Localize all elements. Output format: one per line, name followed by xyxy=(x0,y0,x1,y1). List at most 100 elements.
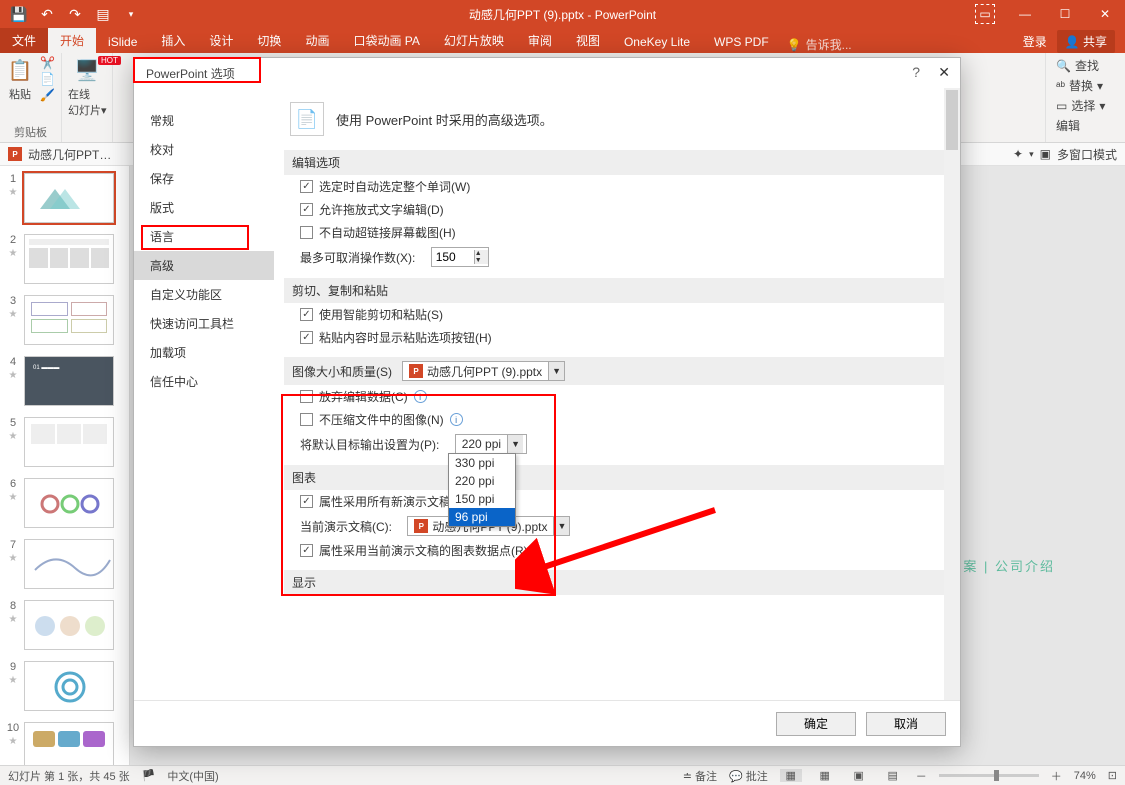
formatpainter-icon[interactable]: 🖌️ xyxy=(40,88,55,102)
tellme-search[interactable]: 💡告诉我... xyxy=(787,36,852,53)
normal-view-icon[interactable]: ▦ xyxy=(780,769,802,782)
thumb-3[interactable] xyxy=(24,295,114,345)
side-cust-ribbon[interactable]: 自定义功能区 xyxy=(134,280,274,309)
sorter-view-icon[interactable]: ▦ xyxy=(814,769,836,782)
info-icon[interactable]: i xyxy=(414,390,427,403)
star-icon: ★ xyxy=(9,187,18,198)
tab-review[interactable]: 审阅 xyxy=(516,28,564,53)
side-lang[interactable]: 语言 xyxy=(134,222,274,251)
dialog-close-icon[interactable]: ✕ xyxy=(938,64,950,81)
comments-button[interactable]: 💬 批注 xyxy=(729,768,768,784)
tab-view[interactable]: 视图 xyxy=(564,28,612,53)
save-icon[interactable]: 💾 xyxy=(10,5,28,23)
close-icon[interactable]: ✕ xyxy=(1085,0,1125,28)
slideshow-view-icon[interactable]: ▤ xyxy=(882,769,904,782)
image-target-file-combo[interactable]: P动感几何PPT (9).pptx ▼ xyxy=(402,361,565,381)
dialog-scrollbar[interactable] xyxy=(944,88,960,700)
cb-dragdrop-edit[interactable] xyxy=(300,203,313,216)
tab-file[interactable]: 文件 xyxy=(0,28,48,53)
tab-slideshow[interactable]: 幻灯片放映 xyxy=(432,28,516,53)
help-icon[interactable]: ? xyxy=(912,64,920,80)
dialog-footer: 确定 取消 xyxy=(134,700,960,746)
replace-button[interactable]: ᵃᵇ替换 ▾ xyxy=(1056,77,1115,94)
login-link[interactable]: 登录 xyxy=(1023,33,1047,50)
multi-window-button[interactable]: 多窗口模式 xyxy=(1057,146,1117,163)
tab-onekey[interactable]: OneKey Lite xyxy=(612,31,702,53)
cut-icon[interactable]: ✂️ xyxy=(40,56,55,70)
tab-transition[interactable]: 切换 xyxy=(245,28,293,53)
tab-wpspdf[interactable]: WPS PDF xyxy=(702,31,781,53)
info-icon[interactable]: i xyxy=(450,413,463,426)
thumb-5[interactable] xyxy=(24,417,114,467)
tab-animation[interactable]: 动画 xyxy=(293,28,341,53)
tab-islide[interactable]: iSlide xyxy=(96,31,149,53)
cb-select-whole-word[interactable] xyxy=(300,180,313,193)
thumb-9[interactable] xyxy=(24,661,114,711)
language-status[interactable]: 中文(中国) xyxy=(167,768,218,784)
copy-icon[interactable]: 📄 xyxy=(40,72,55,86)
online-slides-button[interactable]: 🖥️ 在线 幻灯片▾ xyxy=(68,56,107,118)
ok-button[interactable]: 确定 xyxy=(776,712,856,736)
tab-pocket[interactable]: 口袋动画 PA xyxy=(341,28,431,53)
open-file-tab[interactable]: 动感几何PPT… xyxy=(28,146,111,163)
thumb-7[interactable] xyxy=(24,539,114,589)
undo-count-spinner[interactable]: ▲▼ xyxy=(431,247,489,267)
slide-thumbnails[interactable]: 1★ 2★ 3★ 4★01 ▬▬▬ 5★ 6★ 7★ 8★ 9★ 10★ xyxy=(0,166,130,765)
undo-icon[interactable]: ↶ xyxy=(38,5,56,23)
side-general[interactable]: 常规 xyxy=(134,106,274,135)
fit-window-icon[interactable]: ⊡ xyxy=(1108,769,1117,782)
cb-no-auto-hyperlink[interactable] xyxy=(300,226,313,239)
zoom-out-icon[interactable]: － xyxy=(916,768,927,784)
tab-design[interactable]: 设计 xyxy=(197,28,245,53)
chevron-down-icon: ▼ xyxy=(507,435,523,453)
spellcheck-icon[interactable]: 🏴 xyxy=(142,769,156,782)
cb-discard-edit-data[interactable] xyxy=(300,390,313,403)
find-button[interactable]: 🔍查找 xyxy=(1056,57,1115,74)
select-button[interactable]: ▭选择 ▾ xyxy=(1056,97,1115,114)
side-addin[interactable]: 加载项 xyxy=(134,338,274,367)
tab-home[interactable]: 开始 xyxy=(48,28,96,53)
side-trust[interactable]: 信任中心 xyxy=(134,367,274,396)
tab-insert[interactable]: 插入 xyxy=(149,28,197,53)
share-button[interactable]: 👤 共享 xyxy=(1057,30,1115,53)
qat-more-icon[interactable]: ▾ xyxy=(122,5,140,23)
effect-options-dd[interactable]: ▾ xyxy=(1029,149,1034,160)
cb-no-compress-images[interactable] xyxy=(300,413,313,426)
ppi-label: 将默认目标输出设置为(P): xyxy=(300,436,439,453)
ppi-option-330[interactable]: 330 ppi xyxy=(449,454,515,472)
reading-view-icon[interactable]: ▣ xyxy=(848,769,870,782)
side-save[interactable]: 保存 xyxy=(134,164,274,193)
thumb-4[interactable]: 01 ▬▬▬ xyxy=(24,356,114,406)
ppi-combo[interactable]: 220 ppi ▼ xyxy=(455,434,527,454)
redo-icon[interactable]: ↷ xyxy=(66,5,84,23)
side-qat[interactable]: 快速访问工具栏 xyxy=(134,309,274,338)
cb-chart-props-new[interactable] xyxy=(300,495,313,508)
ppi-option-220[interactable]: 220 ppi xyxy=(449,472,515,490)
paste-button[interactable]: 📋 粘贴 xyxy=(6,56,34,102)
thumb-6[interactable] xyxy=(24,478,114,528)
minimize-icon[interactable]: ― xyxy=(1005,0,1045,28)
thumb-10[interactable] xyxy=(24,722,114,765)
side-style[interactable]: 版式 xyxy=(134,193,274,222)
ribbon-options-icon[interactable]: ▭ xyxy=(965,0,1005,28)
cb-show-paste-options[interactable] xyxy=(300,331,313,344)
cb-chart-props-current[interactable] xyxy=(300,544,313,557)
undo-count-input[interactable] xyxy=(432,250,474,264)
side-proof[interactable]: 校对 xyxy=(134,135,274,164)
zoom-in-icon[interactable]: ＋ xyxy=(1051,768,1062,784)
thumb-1[interactable] xyxy=(24,173,114,223)
maximize-icon[interactable]: ☐ xyxy=(1045,0,1085,28)
thumb-2[interactable] xyxy=(24,234,114,284)
zoom-slider[interactable] xyxy=(939,774,1039,777)
cancel-button[interactable]: 取消 xyxy=(866,712,946,736)
zoom-level[interactable]: 74% xyxy=(1074,770,1096,782)
notes-button[interactable]: ≐ 备注 xyxy=(683,768,717,784)
start-slideshow-icon[interactable]: ▤ xyxy=(94,5,112,23)
ppi-option-150[interactable]: 150 ppi xyxy=(449,490,515,508)
thumb-8[interactable] xyxy=(24,600,114,650)
effect-options-icon[interactable]: ✦ xyxy=(1013,147,1023,161)
cb-smart-cutpaste[interactable] xyxy=(300,308,313,321)
ppi-option-96[interactable]: 96 ppi xyxy=(449,508,515,526)
page-icon: 📄 xyxy=(290,102,324,136)
side-advanced[interactable]: 高级 xyxy=(134,251,274,280)
